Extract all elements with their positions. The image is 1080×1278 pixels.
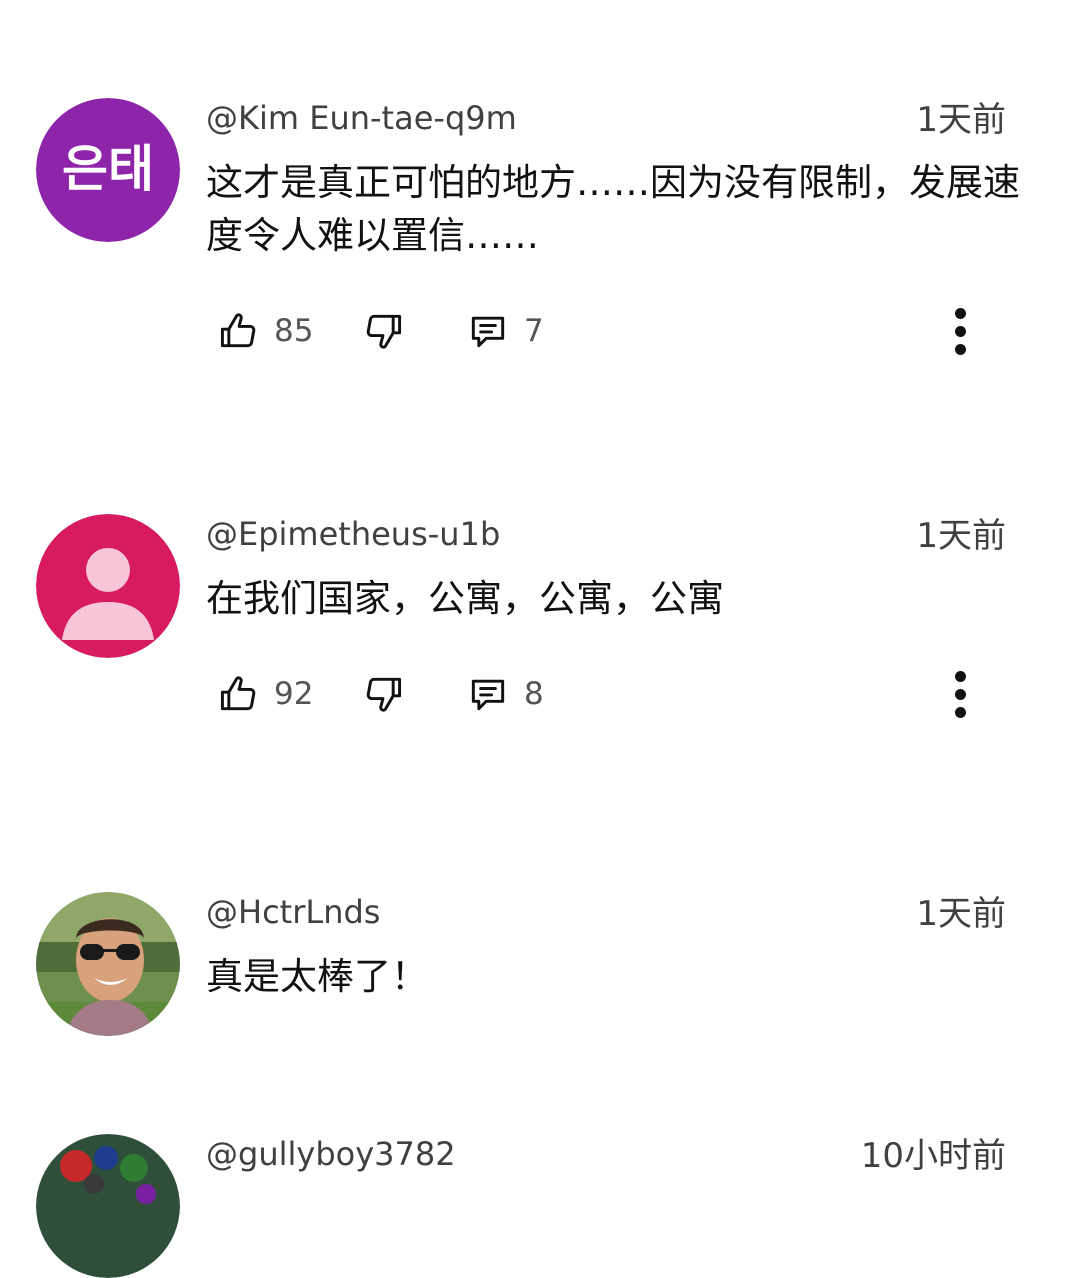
thumbs-down-icon bbox=[362, 309, 406, 353]
reply-count: 7 bbox=[524, 313, 544, 349]
comment-text: 这才是真正可怕的地方……因为没有限制，发展速度令人难以置信…… bbox=[206, 161, 1020, 257]
more-options-button[interactable] bbox=[940, 301, 980, 361]
comment-time[interactable]: 10小时前 bbox=[861, 1136, 1006, 1176]
thumbs-down-icon bbox=[362, 672, 406, 716]
comment-author[interactable]: @Epimetheus-u1b bbox=[206, 514, 500, 554]
svg-text:은태: 은태 bbox=[62, 140, 154, 198]
thumbs-up-icon bbox=[216, 672, 260, 716]
comment-actions: 92 8 bbox=[0, 664, 1080, 724]
avatar[interactable] bbox=[36, 514, 180, 658]
more-vertical-icon bbox=[954, 670, 966, 682]
avatar[interactable] bbox=[36, 1134, 180, 1278]
reply-button[interactable]: 8 bbox=[466, 664, 544, 724]
comment-author[interactable]: @HctrLnds bbox=[206, 892, 380, 932]
comment-actions: 85 7 bbox=[0, 301, 1080, 361]
more-options-button[interactable] bbox=[940, 664, 980, 724]
comment-text: 在我们国家，公寓，公寓，公寓 bbox=[206, 577, 724, 620]
comment-author[interactable]: @gullyboy3782 bbox=[206, 1134, 456, 1174]
comment-icon bbox=[466, 309, 510, 353]
comment-text: 真是太棒了！ bbox=[206, 955, 428, 998]
more-vertical-icon bbox=[954, 307, 966, 319]
comment-time[interactable]: 1天前 bbox=[916, 894, 1006, 934]
comment-time[interactable]: 1天前 bbox=[916, 516, 1006, 556]
avatar[interactable] bbox=[36, 892, 180, 1036]
comment-icon bbox=[466, 672, 510, 716]
thumbs-up-icon bbox=[216, 309, 260, 353]
dislike-button[interactable] bbox=[362, 664, 406, 724]
like-count: 85 bbox=[274, 313, 314, 349]
like-button[interactable]: 85 bbox=[216, 301, 313, 361]
like-button[interactable]: 92 bbox=[216, 664, 313, 724]
comment-author[interactable]: @Kim Eun-tae-q9m bbox=[206, 98, 517, 138]
dislike-button[interactable] bbox=[362, 301, 406, 361]
comment-time[interactable]: 1天前 bbox=[916, 100, 1006, 140]
reply-button[interactable]: 7 bbox=[466, 301, 544, 361]
reply-count: 8 bbox=[524, 676, 544, 712]
like-count: 92 bbox=[274, 676, 314, 712]
avatar[interactable]: 은태 bbox=[36, 98, 180, 242]
